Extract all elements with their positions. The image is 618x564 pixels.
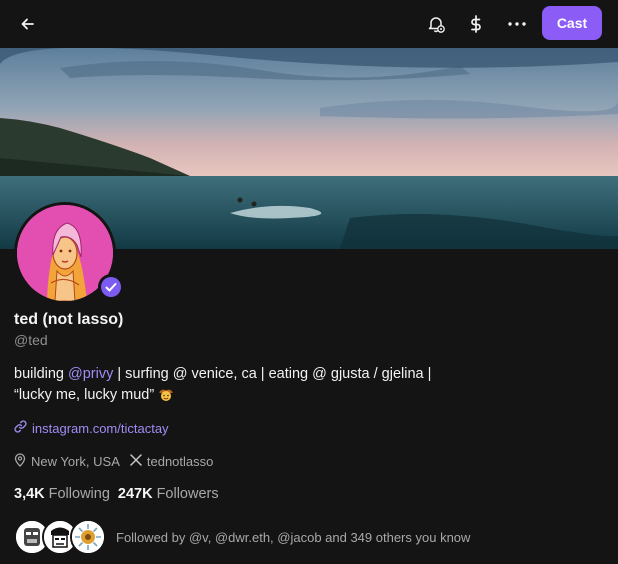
followers-label: Followers [156, 486, 219, 502]
following-count: 3,4K [14, 486, 45, 502]
x-logo-icon [130, 454, 142, 469]
x-handle-text[interactable]: tednotlasso [147, 454, 214, 469]
follower-avatar [70, 519, 106, 555]
follow-stats: 3,4K Following 247K Followers [14, 486, 219, 502]
bio-text-line2: “lucky me, lucky mud” [14, 387, 155, 403]
username-handle: @ted [14, 332, 48, 348]
profile-link[interactable]: instagram.com/tictactay [14, 420, 169, 436]
followers-stat[interactable]: 247K Followers [118, 486, 219, 502]
link-text[interactable]: instagram.com/tictactay [32, 421, 169, 436]
more-icon[interactable] [501, 8, 533, 40]
cast-button[interactable]: Cast [542, 6, 602, 40]
link-icon [14, 420, 27, 436]
dollar-icon[interactable] [460, 8, 492, 40]
location-text: New York, USA [31, 454, 120, 469]
bio-text: building [14, 366, 69, 382]
display-name: ted (not lasso) [14, 311, 124, 328]
profile-bio: building @privy | surfing @ venice, ca |… [14, 364, 514, 409]
avatar[interactable] [14, 202, 124, 304]
top-bar: Cast [0, 0, 618, 48]
back-arrow-icon[interactable] [12, 8, 44, 40]
followed-by-row[interactable]: Followed by @v, @dwr.eth, @jacob and 349… [14, 519, 470, 555]
followed-by-text[interactable]: Followed by @v, @dwr.eth, @jacob and 349… [116, 530, 470, 545]
cowboy-emoji-icon [158, 386, 174, 409]
location-pin-icon [14, 453, 26, 470]
x-account[interactable]: tednotlasso [130, 454, 214, 469]
following-stat[interactable]: 3,4K Following [14, 486, 110, 502]
location: New York, USA [14, 453, 120, 470]
following-label: Following [48, 486, 110, 502]
bio-mention-link[interactable]: @privy [68, 366, 113, 382]
bio-text: | surfing @ venice, ca | eating @ gjusta… [113, 366, 432, 382]
profile-meta: New York, USA tednotlasso [14, 453, 213, 470]
bell-settings-icon[interactable] [420, 8, 452, 40]
followers-count: 247K [117, 486, 153, 502]
verified-badge-icon [98, 274, 124, 300]
